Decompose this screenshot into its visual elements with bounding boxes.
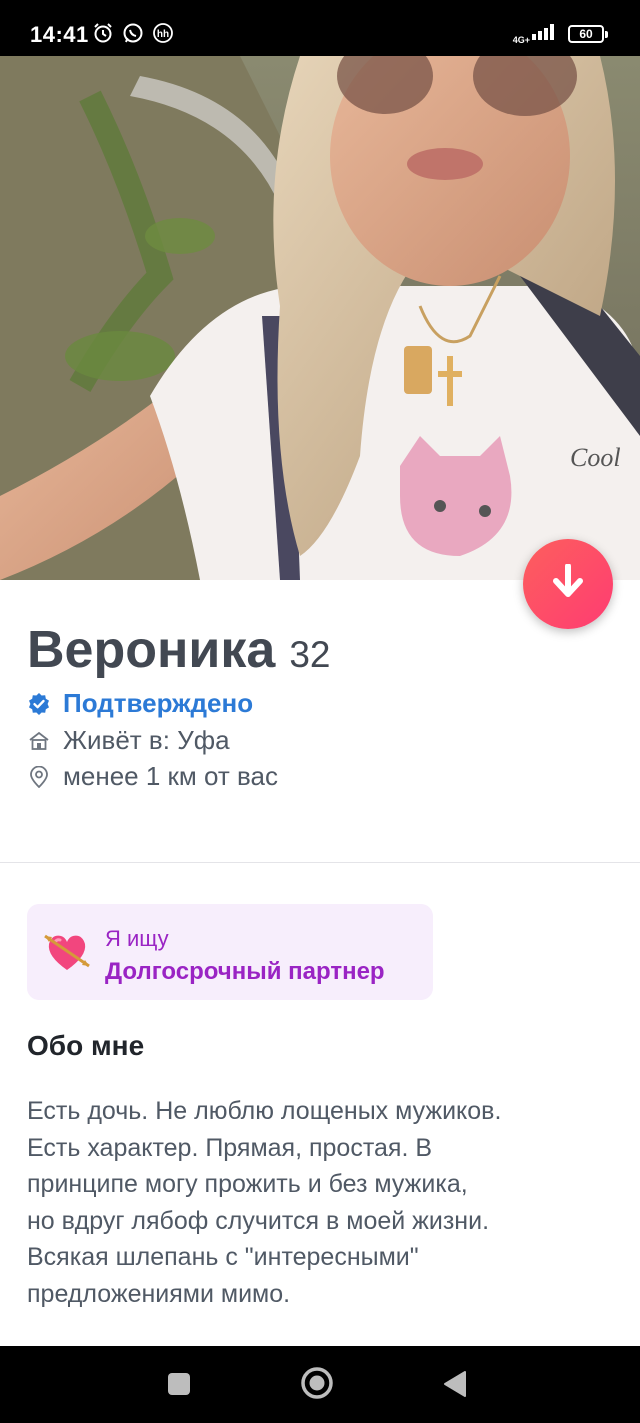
lives-in-text: Живёт в: Уфа	[63, 725, 230, 755]
about-line: предложениями мимо.	[27, 1279, 291, 1308]
back-button[interactable]	[443, 1370, 467, 1403]
distance-row: менее 1 км от вас	[27, 761, 278, 792]
status-time: 14:41	[30, 22, 89, 47]
hh-icon: hh	[152, 22, 174, 44]
battery-level: 60	[579, 26, 593, 41]
svg-text:Cool: Cool	[570, 443, 621, 472]
status-right: 4G+ 60	[512, 22, 608, 45]
profile-photo[interactable]: Cool	[0, 56, 640, 580]
location-pin-icon	[27, 765, 51, 789]
profile-name: Вероника	[27, 621, 276, 679]
verified-row[interactable]: Подтверждено	[27, 688, 253, 719]
alarm-icon	[92, 22, 114, 44]
profile-age: 32	[289, 634, 331, 675]
close-profile-button[interactable]	[523, 539, 613, 629]
about-line: Есть дочь. Не люблю лощеных мужиков.	[27, 1097, 502, 1125]
about-text: Есть дочь. Не люблю лощеных мужиков. Ест…	[27, 1093, 607, 1312]
svg-text:hh: hh	[157, 29, 169, 40]
name-row: Вероника 32	[27, 620, 330, 680]
looking-for-value: Долгосрочный партнер	[105, 958, 385, 985]
whatsapp-icon	[122, 22, 144, 44]
status-notification-icons: hh	[92, 22, 174, 44]
arrow-down-icon	[551, 562, 585, 605]
verified-check-icon	[27, 692, 51, 716]
looking-for-label: Я ищу	[105, 926, 169, 951]
about-line: Всякая шлепань с "интересными"	[27, 1243, 419, 1271]
home-button[interactable]	[300, 1366, 334, 1400]
signal-icon	[532, 22, 558, 45]
verified-label: Подтверждено	[63, 688, 254, 718]
about-title: Обо мне	[27, 1030, 145, 1061]
battery-icon: 60	[568, 24, 608, 43]
about-line: принципе могу прожить и без мужика,	[27, 1170, 468, 1198]
status-bar: 14:41 hh 4G+ 60	[0, 0, 640, 56]
about-line: Есть характер. Прямая, простая. В	[27, 1133, 433, 1162]
system-nav-bar	[0, 1346, 640, 1423]
looking-for-card: Я ищу Долгосрочный партнер	[27, 904, 433, 1000]
recents-button[interactable]	[168, 1373, 190, 1395]
lives-in-row: Живёт в: Уфа	[27, 725, 230, 756]
home-icon	[27, 729, 51, 753]
heart-arrow-icon	[43, 930, 91, 979]
network-type: 4G+	[512, 35, 530, 45]
section-divider	[0, 862, 640, 863]
about-line: но вдруг лябоф случится в моей жизни.	[27, 1206, 490, 1235]
distance-text: менее 1 км от вас	[63, 761, 278, 791]
